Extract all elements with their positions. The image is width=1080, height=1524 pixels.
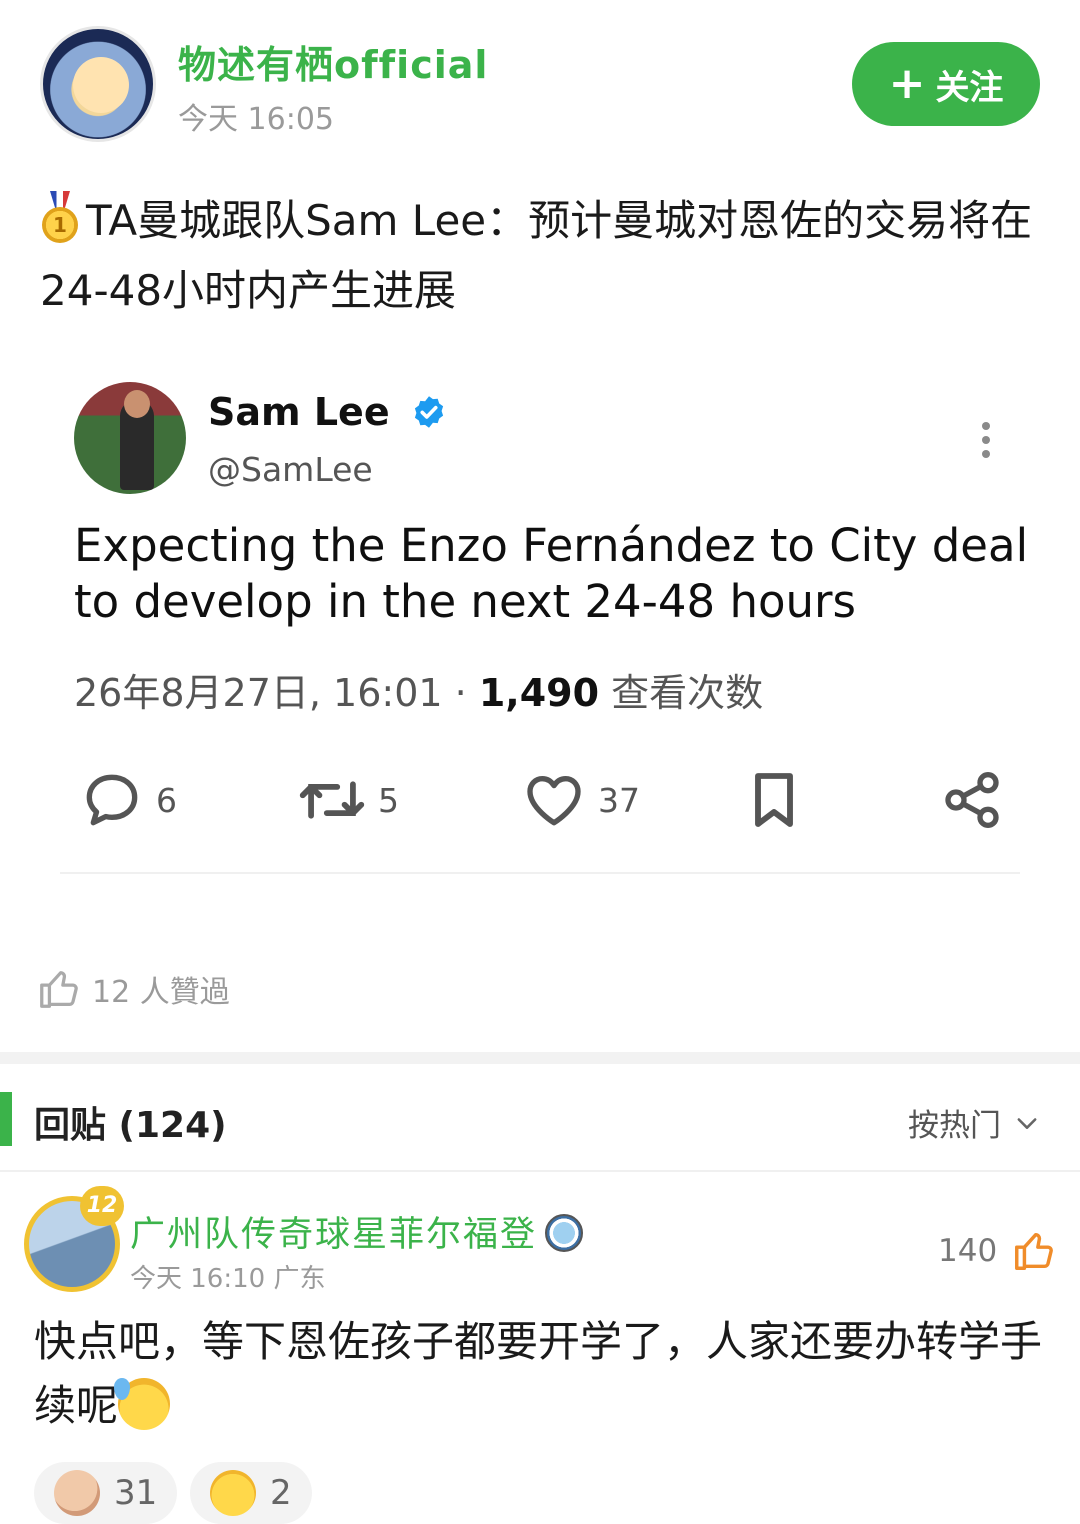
thumbs-up-icon <box>1015 1232 1054 1270</box>
post-title-text: TA曼城跟队Sam Lee：预计曼城对恩佐的交易将在24-48小时内产生进展 <box>40 196 1033 315</box>
level-badge: 12 <box>80 1186 124 1226</box>
chevron-down-icon <box>1017 1117 1037 1129</box>
reply-action[interactable]: 6 <box>80 760 177 840</box>
author-avatar[interactable] <box>40 26 156 142</box>
share-icon <box>945 772 999 828</box>
views-count: 1,490 <box>478 671 600 715</box>
tweet-meta: 26年8月27日, 16:01 · 1,490 查看次数 <box>74 662 763 717</box>
section-accent-bar <box>0 1092 12 1146</box>
retweet-action[interactable]: 5 <box>298 760 399 840</box>
sort-dropdown[interactable]: 按热门 <box>908 1100 1041 1145</box>
reaction-chip-1[interactable]: 31 <box>34 1462 178 1524</box>
reaction-chip-2[interactable]: 2 <box>190 1462 312 1524</box>
sweat-emoji-icon <box>114 1378 171 1430</box>
plus-icon: + <box>888 58 926 109</box>
likes-summary[interactable]: 12 人贊過 <box>36 966 230 1012</box>
more-options-icon[interactable] <box>970 418 1002 462</box>
reply-icon <box>86 774 138 826</box>
gold-medal-icon: 1 <box>40 191 80 243</box>
retweet-count: 5 <box>378 780 399 820</box>
replies-divider <box>0 1170 1080 1172</box>
thumbs-up-icon <box>40 971 78 1008</box>
sort-label: 按热门 <box>908 1108 1001 1144</box>
follow-label: 关注 <box>935 67 1004 108</box>
like-action[interactable]: 37 <box>522 760 640 840</box>
tweet-actions: 6 5 37 <box>0 760 1080 840</box>
tweet-name-text: Sam Lee <box>208 390 390 434</box>
share-action[interactable] <box>940 760 1004 840</box>
comment-like-count: 140 <box>938 1233 998 1269</box>
tweet-divider <box>60 872 1020 874</box>
bald-face-icon <box>54 1470 100 1516</box>
replies-title: 回贴 (124) <box>34 1105 227 1146</box>
post-time: 今天 16:05 <box>178 102 334 137</box>
club-badge-icon <box>545 1214 584 1252</box>
follow-button[interactable]: + 关注 <box>852 42 1040 126</box>
tweet-author-name[interactable]: Sam Lee <box>208 390 447 434</box>
like-count: 37 <box>598 780 640 820</box>
verified-badge-icon <box>414 396 443 428</box>
commenter-name-text: 广州队传奇球星菲尔福登 <box>130 1215 538 1255</box>
tweet-text: Expecting the Enzo Fernández to City dea… <box>74 519 1029 628</box>
reaction-count-2: 2 <box>270 1473 292 1513</box>
heart-icon <box>527 776 581 826</box>
bookmark-icon <box>755 773 793 827</box>
comment-like-button[interactable]: 140 <box>938 1228 1057 1274</box>
reaction-count-1: 31 <box>114 1473 158 1513</box>
retweet-icon <box>299 781 365 819</box>
section-separator <box>0 1052 1080 1064</box>
medal-number: 1 <box>42 207 78 243</box>
views-label: 查看次数 <box>611 671 764 715</box>
comment-text-body: 快点吧，等下恩佐孩子都要开学了，人家还要办转学手续呢 <box>34 1317 1043 1430</box>
meta-separator: · <box>454 671 467 715</box>
tweet-handle: @SamLee <box>208 450 373 489</box>
bookmark-action[interactable] <box>746 760 802 840</box>
tweet-author-avatar[interactable] <box>74 382 186 494</box>
author-name[interactable]: 物述有栖official <box>178 34 488 89</box>
post-title: 1 TA曼城跟队Sam Lee：预计曼城对恩佐的交易将在24-48小时内产生进展 <box>40 186 1040 326</box>
reply-count: 6 <box>156 780 177 820</box>
comment-time: 今天 16:10 广东 <box>130 1264 326 1294</box>
commenter-name[interactable]: 广州队传奇球星菲尔福登 <box>130 1206 584 1257</box>
tweet-date: 26年8月27日, 16:01 <box>74 671 443 715</box>
likes-summary-text: 12 人贊過 <box>92 975 230 1010</box>
laughing-face-icon <box>210 1470 256 1516</box>
comment-text: 快点吧，等下恩佐孩子都要开学了，人家还要办转学手续呢 <box>34 1310 1044 1438</box>
